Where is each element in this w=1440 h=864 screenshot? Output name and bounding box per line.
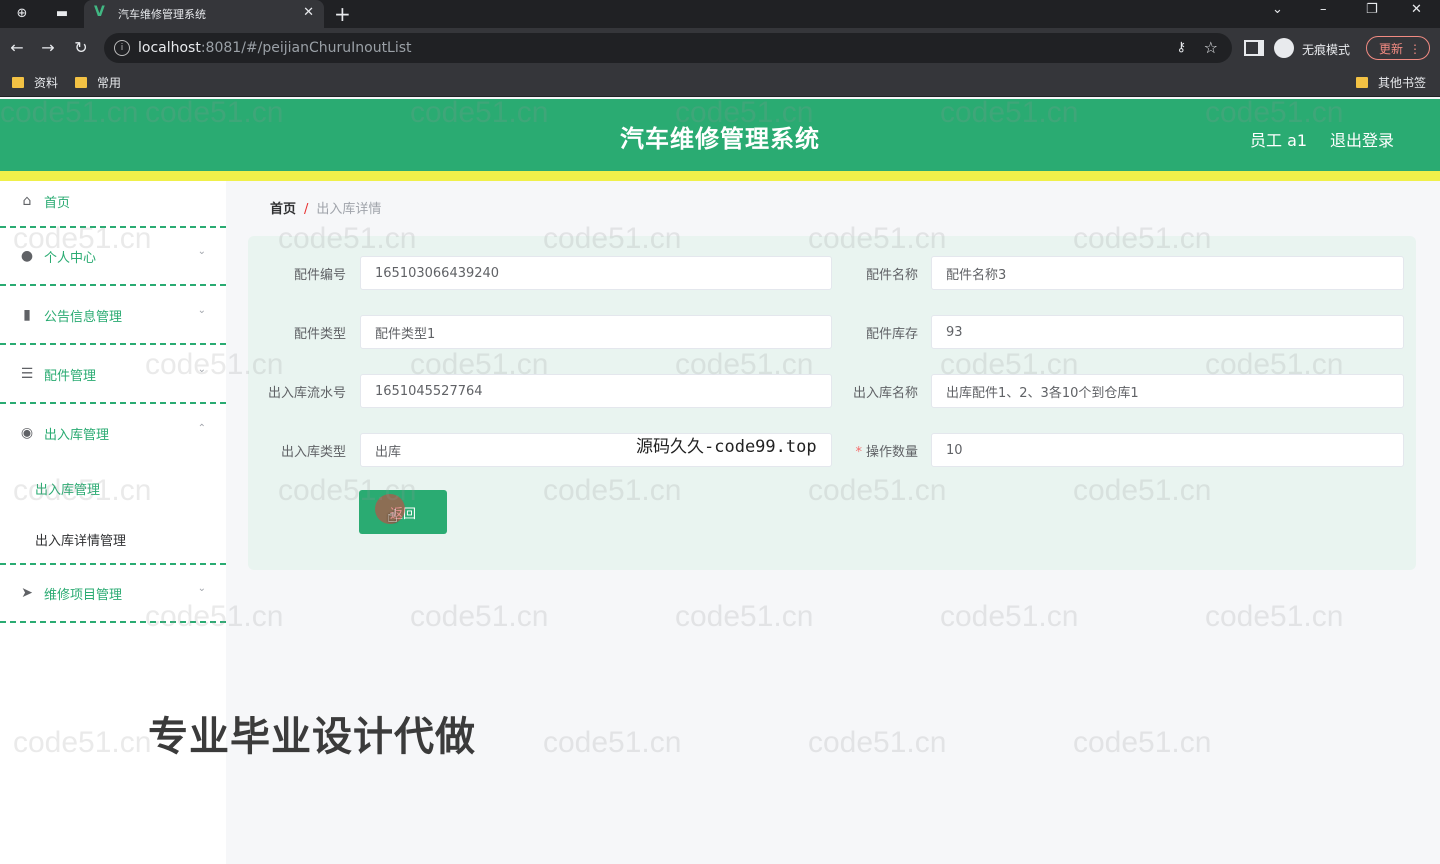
chevron-up-icon: ⌃: [197, 423, 206, 434]
part-no-label: 配件编号: [293, 268, 346, 283]
chevron-down-icon: ⌄: [197, 246, 206, 257]
minimize-icon[interactable]: –: [1320, 2, 1327, 17]
bar-chart-icon: ▮: [23, 307, 31, 323]
watermark: code51.cn: [940, 600, 1079, 633]
watermark: code51.cn: [410, 600, 549, 633]
watermark: code51.cn: [675, 600, 814, 633]
sidebar-item-parts[interactable]: ☰ 配件管理 ⌄: [0, 346, 226, 404]
password-key-icon[interactable]: ⚷: [1176, 40, 1186, 55]
breadcrumb-current: 出入库详情: [316, 202, 382, 217]
breadcrumb-home[interactable]: 首页: [270, 202, 296, 217]
incognito-label: 无痕模式: [1302, 43, 1351, 57]
send-icon: ➤: [21, 585, 33, 601]
update-button[interactable]: 更新 ⋮: [1366, 36, 1430, 60]
submenu-inout-detail[interactable]: 出入库详情管理: [35, 530, 126, 549]
sidebar-item-profile[interactable]: ● 个人中心 ⌄: [0, 228, 226, 286]
folder-icon: [75, 77, 87, 88]
side-panel-icon[interactable]: [1244, 40, 1264, 56]
qty-input[interactable]: [931, 433, 1404, 467]
location-pin-icon: ◉: [20, 425, 34, 441]
bookmark-folder-ziliao[interactable]: 资料: [12, 74, 58, 91]
inout-type-label: 出入库类型: [280, 445, 346, 460]
hand-cursor-icon: ☝: [387, 506, 398, 527]
logout-link[interactable]: 退出登录: [1330, 127, 1394, 151]
chevron-down-icon: ⌄: [197, 583, 206, 594]
watermark: code51.cn: [543, 726, 682, 759]
vue-logo-icon: V: [94, 4, 105, 20]
forward-arrow-icon[interactable]: →: [38, 38, 58, 57]
watermark: code51.cn: [808, 726, 947, 759]
sidebar-item-label: 配件管理: [44, 369, 97, 384]
tab-search-icon[interactable]: ▬: [52, 4, 72, 24]
sidebar-item-repair[interactable]: ➤ 维修项目管理 ⌄: [0, 565, 226, 623]
sliders-icon: ☰: [20, 366, 34, 382]
part-name-input[interactable]: [931, 256, 1404, 290]
part-name-label: 配件名称: [865, 268, 918, 283]
submenu-inout-list[interactable]: 出入库管理: [35, 479, 100, 498]
part-stock-label: 配件库存: [865, 327, 918, 342]
breadcrumb: 首页 / 出入库详情: [270, 198, 381, 217]
bookmark-folder-other[interactable]: 其他书签: [1356, 74, 1426, 91]
sidebar-item-label: 个人中心: [44, 251, 97, 266]
inout-name-input[interactable]: [931, 374, 1404, 408]
back-arrow-icon[interactable]: ←: [7, 38, 27, 57]
sidebar-item-home[interactable]: ⌂ 首页: [0, 181, 226, 228]
bookmark-star-icon[interactable]: ☆: [1204, 38, 1218, 57]
serial-label: 出入库流水号: [267, 386, 346, 401]
url-text[interactable]: localhost:8081/#/peijianChuruInoutList: [138, 40, 412, 56]
sidebar-item-label: 公告信息管理: [44, 310, 123, 325]
site-info-icon[interactable]: i: [114, 40, 130, 56]
serial-input[interactable]: [360, 374, 832, 408]
tab-title: 汽车维修管理系统: [118, 8, 206, 21]
window-close-icon[interactable]: ✕: [1411, 2, 1422, 17]
chevron-down-icon: ⌄: [197, 305, 206, 316]
chevron-down-icon: ⌄: [197, 364, 206, 375]
watermark: code51.cn: [1073, 726, 1212, 759]
new-tab-icon[interactable]: +: [334, 2, 351, 26]
browser-tab[interactable]: V 汽车维修管理系统 ✕: [84, 0, 324, 28]
part-type-label: 配件类型: [293, 327, 346, 342]
incognito-icon[interactable]: [1274, 38, 1294, 58]
part-type-input[interactable]: [360, 315, 832, 349]
restore-icon[interactable]: ❐: [1366, 2, 1378, 17]
folder-icon: [1356, 77, 1368, 88]
required-asterisk: *: [855, 445, 862, 460]
more-menu-icon: ⋮: [1409, 42, 1421, 56]
browser-tab-bar: ⊕ ▬ V 汽车维修管理系统 ✕ + ⌄ – ❐ ✕: [0, 0, 1440, 28]
user-icon: ●: [20, 248, 34, 264]
inout-name-label: 出入库名称: [852, 386, 918, 401]
sidebar-item-inout[interactable]: ◉ 出入库管理 ⌃ 出入库管理 出入库详情管理: [0, 405, 226, 565]
qty-label: * 操作数量: [855, 445, 918, 460]
part-no-input[interactable]: [360, 256, 832, 290]
app-header: 汽车维修管理系统 员工 a1 退出登录: [0, 99, 1440, 171]
part-stock-input[interactable]: [931, 315, 1404, 349]
tab-list-chevron-icon[interactable]: ⌄: [1272, 2, 1283, 17]
tab-close-icon[interactable]: ✕: [303, 5, 314, 20]
watermark: code51.cn: [1205, 600, 1344, 633]
breadcrumb-separator: /: [304, 202, 309, 217]
browser-profile-icon[interactable]: ⊕: [12, 4, 32, 24]
header-accent-bar: [0, 171, 1440, 181]
browser-toolbar: ← → ↻ i localhost:8081/#/peijianChuruIno…: [0, 28, 1440, 68]
reload-icon[interactable]: ↻: [71, 38, 91, 57]
app-title: 汽车维修管理系统: [620, 125, 820, 153]
promo-overlay-text: 专业毕业设计代做: [148, 714, 476, 760]
sidebar-item-notices[interactable]: ▮ 公告信息管理 ⌄: [0, 287, 226, 345]
site-overlay-text: 源码久久-code99.top: [636, 437, 817, 457]
current-user: 员工 a1: [1250, 131, 1308, 150]
home-icon: ⌂: [22, 193, 32, 209]
sidebar-item-label: 维修项目管理: [44, 588, 123, 603]
bookmark-folder-changyong[interactable]: 常用: [75, 74, 121, 91]
address-bar[interactable]: i localhost:8081/#/peijianChuruInoutList…: [104, 33, 1232, 63]
bookmarks-bar: 资料 常用 其他书签: [0, 68, 1440, 97]
sidebar-item-label: 首页: [44, 196, 71, 211]
folder-icon: [12, 77, 24, 88]
sidebar-item-label: 出入库管理: [44, 428, 110, 443]
